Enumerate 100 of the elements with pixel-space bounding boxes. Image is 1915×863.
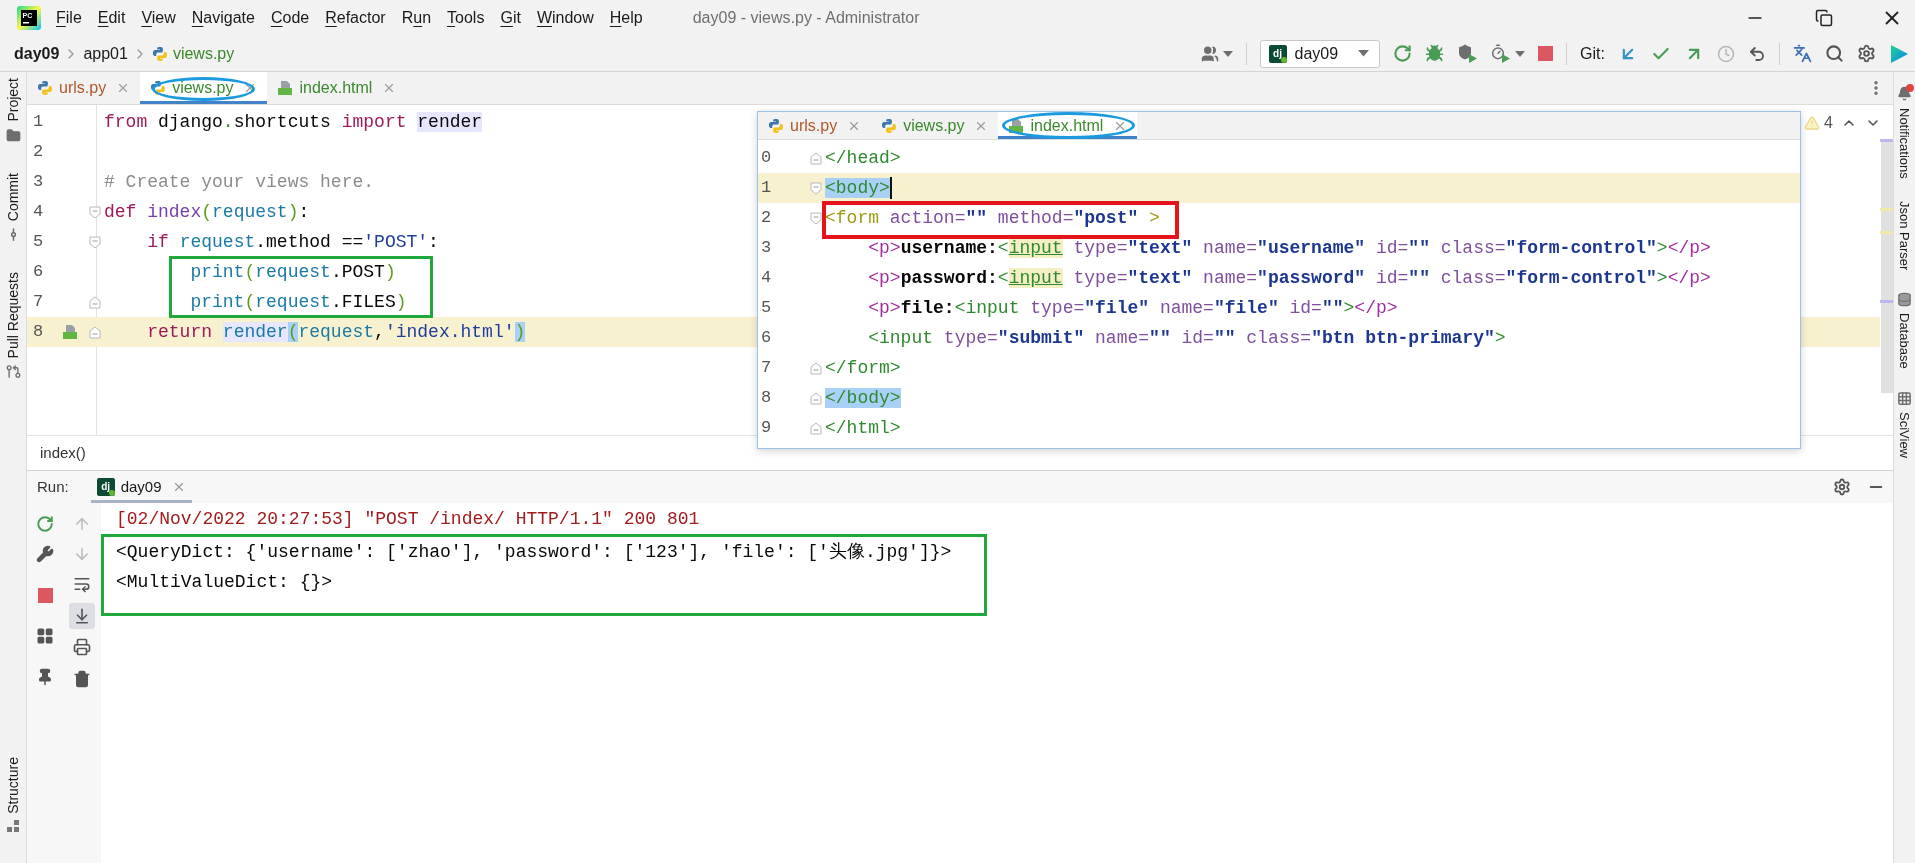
fold-icon[interactable]	[88, 235, 101, 249]
python-file-icon	[768, 117, 784, 134]
wrench-icon[interactable]	[36, 545, 54, 563]
profiler-icon[interactable]	[1490, 44, 1511, 63]
line-number: 2	[33, 142, 44, 162]
code-line: <p>file:<input type="file" name="file" id=""></p>	[867, 297, 1398, 320]
breadcrumb-item[interactable]: app01	[83, 41, 128, 66]
menu-item[interactable]: View	[133, 6, 184, 30]
folder-icon[interactable]	[5, 127, 21, 143]
code-line: # Create your views here.	[104, 171, 375, 194]
usage-marker[interactable]	[1880, 300, 1893, 303]
warning-count[interactable]: 4	[1824, 111, 1833, 135]
stop-icon[interactable]	[37, 588, 53, 603]
caret-icon[interactable]	[1358, 50, 1370, 57]
fold-icon[interactable]	[810, 361, 822, 375]
revert-icon[interactable]	[1748, 44, 1766, 63]
rerun-icon[interactable]	[1393, 44, 1413, 63]
git-label: Git:	[1580, 43, 1605, 64]
menu-item[interactable]: File	[48, 6, 90, 30]
debug-icon[interactable]	[1425, 44, 1445, 63]
tool-window-button[interactable]: Database	[1894, 292, 1915, 369]
line-number: 2	[761, 208, 772, 228]
code-line: <p>password:<input type="text" name="password" id="" class="form-control"></p>	[867, 267, 1711, 290]
settings-icon[interactable]	[1857, 44, 1876, 63]
editor-tab[interactable]: views.py	[871, 112, 999, 139]
line-number: 4	[33, 202, 44, 222]
fold-icon[interactable]	[810, 211, 822, 225]
code-line: <form action="" method="post" >	[825, 207, 1160, 230]
tool-window-button[interactable]: Structure	[2, 753, 24, 836]
print-icon[interactable]	[73, 638, 91, 656]
editor-tab[interactable]: views.py	[140, 72, 268, 104]
line-number: 8	[33, 322, 44, 342]
menu-item[interactable]: Window	[528, 6, 602, 30]
breadcrumb-item[interactable]: day09	[14, 41, 60, 66]
run-config-dropdown[interactable]: dj day09	[1259, 39, 1381, 68]
code-line: <p>username:<input type="text" name="username" id="" class="form-control"></p>	[867, 237, 1711, 260]
line-number: 3	[33, 172, 44, 192]
triangle-logo-icon[interactable]	[1889, 43, 1909, 64]
usage-marker[interactable]	[1880, 139, 1893, 142]
editor-tab[interactable]: index.html	[998, 112, 1138, 139]
settings-icon[interactable]	[1833, 478, 1851, 496]
caret-icon[interactable]	[1222, 50, 1233, 57]
breadcrumb-item[interactable]: index()	[40, 441, 86, 465]
menu-item[interactable]: Code	[262, 6, 318, 30]
tool-window-button[interactable]: Notifications	[1894, 84, 1915, 179]
html-file-icon	[1008, 117, 1025, 134]
code-line: </html>	[825, 417, 901, 440]
warning-marker[interactable]	[1880, 208, 1893, 211]
template-link-icon[interactable]	[62, 324, 78, 340]
rerun-icon[interactable]	[36, 515, 54, 533]
warning-marker[interactable]	[1880, 231, 1893, 234]
line-number: 1	[33, 112, 44, 132]
scrollbar-thumb[interactable]	[1881, 140, 1893, 393]
tool-window-button[interactable]: SciView	[1894, 390, 1915, 458]
menu-item[interactable]: Navigate	[183, 6, 263, 30]
menu-item[interactable]: Git	[492, 6, 529, 30]
fold-icon[interactable]	[810, 391, 822, 405]
menu-item[interactable]: Edit	[89, 6, 134, 30]
tool-window-button[interactable]: Pull Requests	[2, 267, 24, 384]
fold-icon[interactable]	[810, 421, 822, 435]
users-icon[interactable]	[1200, 44, 1219, 63]
coverage-icon[interactable]	[1457, 44, 1478, 63]
scroll-to-end-icon[interactable]	[69, 603, 95, 629]
fold-icon[interactable]	[88, 295, 101, 309]
caret-icon[interactable]	[1515, 50, 1526, 57]
menu-item[interactable]: Refactor	[317, 6, 394, 30]
menu-item[interactable]: Help	[601, 6, 651, 30]
database-icon[interactable]	[1897, 292, 1912, 308]
translate-icon[interactable]	[1793, 44, 1812, 63]
layout-icon[interactable]	[36, 627, 54, 645]
tool-window-button[interactable]: Json Parser	[1894, 200, 1915, 271]
python-file-icon	[150, 80, 167, 96]
line-number: 4	[761, 268, 772, 288]
menu-item[interactable]: Tools	[439, 6, 493, 30]
trash-icon[interactable]	[73, 670, 91, 688]
breadcrumb-item[interactable]: views.py	[151, 41, 235, 66]
pin-icon[interactable]	[36, 668, 54, 686]
stop-icon[interactable]	[1538, 46, 1554, 61]
editor-tab[interactable]: urls.py	[758, 112, 872, 139]
fold-icon[interactable]	[88, 325, 101, 339]
fold-icon[interactable]	[88, 205, 101, 219]
python-file-icon	[881, 117, 898, 134]
tool-window-button[interactable]: Commit	[2, 168, 24, 246]
fold-icon[interactable]	[810, 151, 822, 165]
history-icon[interactable]	[1717, 44, 1735, 63]
blocks-icon[interactable]	[7, 820, 19, 832]
search-icon[interactable]	[1825, 44, 1844, 63]
tool-window-button[interactable]: Project	[2, 74, 24, 147]
line-number: 1	[761, 178, 772, 198]
grid-icon[interactable]	[1897, 390, 1912, 406]
editor-tab[interactable]: urls.py	[27, 72, 141, 104]
pull-request-icon[interactable]	[5, 364, 21, 380]
editor-tab[interactable]: index.html	[267, 72, 407, 104]
menu-item[interactable]: Run	[393, 6, 440, 30]
line-number: 6	[33, 262, 44, 282]
arrow-down-icon[interactable]	[73, 545, 91, 563]
restore-icon[interactable]	[1815, 9, 1833, 27]
console-line: [02/Nov/2022 20:27:53] "POST /index/ HTTP/1.1" 200 801	[116, 507, 700, 531]
line-number: 8	[761, 388, 772, 408]
fold-icon[interactable]	[810, 181, 822, 195]
